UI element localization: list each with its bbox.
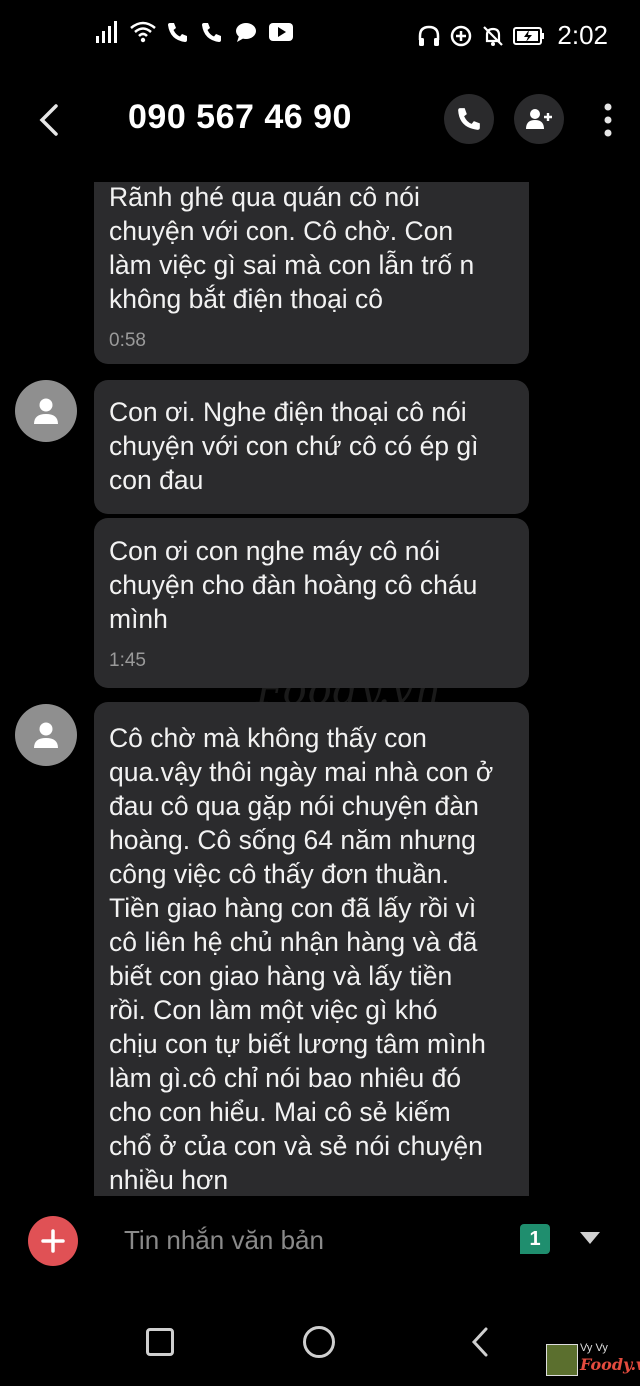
message-bubble[interactable]: Con ơi. Nghe điện thoại cô nói chuyện vớ… <box>94 380 529 514</box>
message-text: Con ơi con nghe máy cô nói chuyện cho đà… <box>109 536 478 634</box>
message-bubble[interactable]: Cô chờ mà không thấy con qua.vậy thôi ng… <box>94 702 529 1196</box>
message-text: Con ơi. Nghe điện thoại cô nói chuyện vớ… <box>109 397 479 495</box>
person-icon <box>31 720 61 750</box>
youtube-icon <box>268 21 294 43</box>
stamp-brand: Foody.vn <box>580 1355 640 1374</box>
home-icon[interactable] <box>303 1326 335 1358</box>
sim-dropdown-button[interactable] <box>575 1226 605 1250</box>
message-bubble[interactable]: Rãnh ghé qua quán cô nói chuyện với con.… <box>94 182 529 364</box>
corner-stamp: Vy Vy Foody.vn <box>546 1340 640 1380</box>
avatar[interactable] <box>15 704 77 766</box>
message-text: Cô chờ mà không thấy con qua.vậy thôi ng… <box>109 723 494 1195</box>
person-icon <box>31 396 61 426</box>
phone-icon <box>456 106 482 132</box>
add-contact-icon <box>525 107 553 131</box>
chat-bubble-icon <box>234 21 258 43</box>
message-time: 1:45 <box>109 650 146 671</box>
headphones-icon <box>417 24 441 48</box>
missed-call-icon <box>166 20 190 44</box>
add-contact-button[interactable] <box>514 94 564 144</box>
message-list[interactable]: Foody.vn Rãnh ghé qua quán cô nói chuyện… <box>0 182 640 1196</box>
system-navigation-bar <box>0 1292 640 1386</box>
sim-selector-badge[interactable]: 1 <box>520 1224 550 1254</box>
signal-icon <box>96 21 120 43</box>
message-bubble[interactable]: Con ơi con nghe máy cô nói chuyện cho đà… <box>94 518 529 688</box>
message-time: 0:58 <box>109 330 146 351</box>
battery-charging-icon <box>513 26 545 46</box>
missed-call-icon <box>200 20 224 44</box>
message-text: Rãnh ghé qua quán cô nói chuyện với con.… <box>109 182 475 314</box>
status-icons-left <box>96 20 294 44</box>
data-saver-icon <box>449 24 473 48</box>
attach-button[interactable] <box>28 1216 78 1266</box>
status-bar: 2:02 <box>0 0 640 70</box>
thumbnail <box>546 1344 578 1376</box>
back-icon[interactable] <box>468 1326 492 1358</box>
wifi-icon <box>130 21 156 43</box>
chevron-down-icon <box>578 1230 602 1246</box>
stamp-name: Vy Vy <box>580 1342 608 1354</box>
more-options-button[interactable] <box>596 98 620 142</box>
back-button[interactable] <box>30 98 70 142</box>
back-arrow-icon <box>30 98 70 142</box>
mute-icon <box>481 24 505 48</box>
contact-title: 090 567 46 90 <box>128 98 352 136</box>
conversation-header: 090 567 46 90 <box>0 80 640 164</box>
more-vert-icon <box>603 103 613 137</box>
compose-bar: 1 <box>0 1196 640 1292</box>
status-icons-right: 2:02 <box>417 20 608 51</box>
recents-icon[interactable] <box>146 1328 174 1356</box>
call-button[interactable] <box>444 94 494 144</box>
clock: 2:02 <box>557 20 608 50</box>
plus-icon <box>40 1228 66 1254</box>
message-input[interactable] <box>110 1212 528 1268</box>
avatar[interactable] <box>15 380 77 442</box>
